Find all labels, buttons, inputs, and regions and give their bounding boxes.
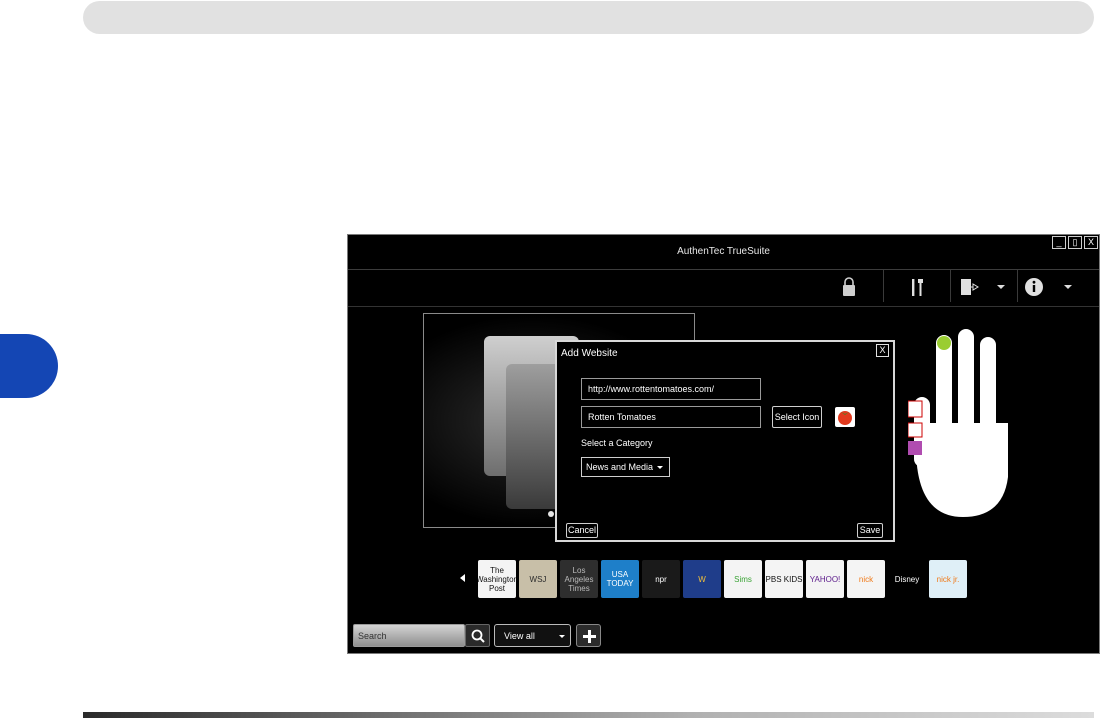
favorite-tile[interactable]: Sims [724,560,762,598]
add-website-button[interactable] [576,624,601,647]
tools-icon[interactable] [906,276,928,298]
add-website-dialog: Add Website X http://www.rottentomatoes.… [555,340,895,542]
window-title: AuthenTec TrueSuite [677,246,770,257]
chevron-down-icon [559,635,565,638]
dialog-close-button[interactable]: X [876,344,889,357]
maximize-button[interactable]: ▯ [1068,236,1082,249]
toolbar-divider [950,270,951,302]
favorite-tile[interactable]: Disney [888,560,926,598]
category-select[interactable]: News and Media [581,457,670,477]
favorite-tile[interactable]: PBS KIDS [765,560,803,598]
favorite-tile[interactable]: W [683,560,721,598]
search-button[interactable] [465,624,490,647]
save-button[interactable]: Save [857,523,883,538]
favorite-tile[interactable]: YAHOO! [806,560,844,598]
hand-icon [908,329,1008,517]
chapter-tab [0,334,58,398]
favorites-prev-arrow[interactable] [460,574,465,582]
search-input[interactable]: Search [353,624,465,647]
category-selected-value: News and Media [586,462,654,472]
cancel-button[interactable]: Cancel [566,523,598,538]
lock-icon[interactable] [838,276,860,298]
favorite-tile[interactable]: USA TODAY [601,560,639,598]
website-name-input[interactable]: Rotten Tomatoes [581,406,761,428]
favorite-tile[interactable]: npr [642,560,680,598]
close-window-button[interactable]: X [1084,236,1098,249]
logout-icon[interactable] [958,276,980,298]
page-header-bar [83,1,1094,34]
plus-icon [583,630,596,643]
view-filter-select[interactable]: View all [494,624,571,647]
favorite-tile[interactable]: nick jr. [929,560,967,598]
favorite-tile[interactable]: Los Angeles Times [560,560,598,598]
info-icon[interactable] [1023,276,1045,298]
search-icon [471,629,485,643]
favorite-tile[interactable]: nick [847,560,885,598]
minimize-button[interactable]: _ [1052,236,1066,249]
truesuite-window: AuthenTec TrueSuite _ ▯ X Add Website X … [347,234,1100,654]
footer-rule [83,712,1094,718]
chevron-down-icon [657,466,663,469]
logout-menu-caret[interactable] [997,285,1005,289]
toolbar [348,270,1099,306]
tomato-icon [835,407,855,427]
url-input[interactable]: http://www.rottentomatoes.com/ [581,378,761,400]
dialog-title: Add Website [561,348,618,359]
toolbar-divider [1017,270,1018,302]
title-bar: AuthenTec TrueSuite _ ▯ X [348,235,1099,269]
favorite-tile[interactable]: The Washington Post [478,560,516,598]
toolbar-separator [348,306,1099,307]
select-icon-button[interactable]: Select Icon [772,406,822,428]
category-label: Select a Category [581,438,653,448]
view-filter-value: View all [504,631,535,641]
favorite-tile[interactable]: WSJ [519,560,557,598]
favorites-strip: The Washington Post WSJ Los Angeles Times U… [478,560,967,598]
info-menu-caret[interactable] [1064,285,1072,289]
page-dot[interactable] [548,511,554,517]
toolbar-divider [883,270,884,302]
